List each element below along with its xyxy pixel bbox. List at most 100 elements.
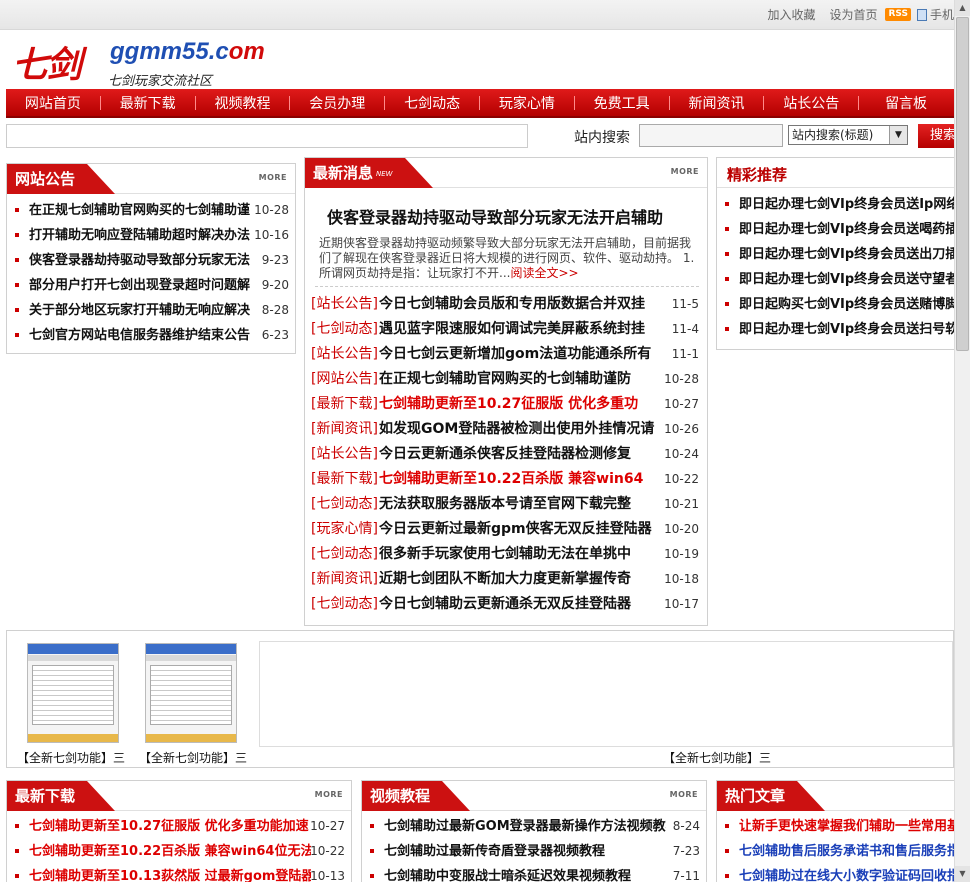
screenshot-thumbnail[interactable] [145,643,237,743]
news-title-link[interactable]: 如发现GOM登陆器被检测出使用外挂情况请 [379,417,659,442]
latest-news-more-link[interactable]: MORE [671,167,699,176]
video-item-title[interactable]: 七剑辅助过最新GOM登录器最新操作方法视频教程 [384,814,666,839]
video-item-title[interactable]: 七剑辅助中变服战士暗杀延迟效果视频教程 [384,864,666,882]
news-title-link[interactable]: 很多新手玩家使用七剑辅助无法在单挑中 [379,542,659,567]
news-item[interactable]: [七剑动态] 很多新手玩家使用七剑辅助无法在单挑中 10-19 [305,542,705,567]
announcement-item-title[interactable]: 打开辅助无响应登陆辅助超时解决办法 [29,223,255,248]
news-title-link[interactable]: 今日七剑云更新增加gom法道功能通杀所有 [379,342,659,367]
news-category-link[interactable]: [七剑动态] [311,492,378,517]
video-item[interactable]: 七剑辅助过最新传奇盾登录器视频教程 7-23 [362,839,706,864]
download-item[interactable]: 七剑辅助更新至10.22百杀版 兼容win64位无法 10-22 [7,839,351,864]
news-category-link[interactable]: [七剑动态] [311,317,378,342]
download-item-title[interactable]: 七剑辅助更新至10.27征服版 优化多重功能加速 [29,814,311,839]
news-title-link[interactable]: 今日七剑辅助会员版和专用版数据合并双挂 [379,292,659,317]
announcement-item-title[interactable]: 部分用户打开七剑出现登录超时问题解 [29,273,255,298]
recommend-item-title[interactable]: 即日起办理七剑VIp终身会员送Ip网络 [739,192,966,217]
download-item[interactable]: 七剑辅助更新至10.13荻然版 过最新gom登陆器 10-13 [7,864,351,882]
news-category-link[interactable]: [玩家心情] [311,517,378,542]
news-category-link[interactable]: [网站公告] [311,367,378,392]
download-item-title[interactable]: 七剑辅助更新至10.13荻然版 过最新gom登陆器 [29,864,311,882]
nav-item[interactable]: 视频教程 [196,93,290,113]
video-item[interactable]: 七剑辅助中变服战士暗杀延迟效果视频教程 7-11 [362,864,706,882]
recommend-item[interactable]: 即日起办理七剑VIp终身会员送出刀插 [717,242,966,267]
news-category-link[interactable]: [七剑动态] [311,592,378,617]
nav-item[interactable]: 新闻资讯 [670,93,764,113]
nav-item[interactable]: 最新下载 [101,93,195,113]
news-category-link[interactable]: [七剑动态] [311,542,378,567]
set-homepage-link[interactable]: 设为首页 [829,6,877,23]
news-item[interactable]: [站长公告] 今日七剑云更新增加gom法道功能通杀所有 11-1 [305,342,705,367]
recommend-item[interactable]: 即日起办理七剑VIp终身会员送喝药插 [717,217,966,242]
mobile-link[interactable]: 手机 [930,6,954,23]
announcement-item-title[interactable]: 七剑官方网站电信服务器维护结束公告 [29,323,255,348]
news-item[interactable]: [玩家心情] 今日云更新过最新gpm侠客无双反挂登陆器 10-20 [305,517,705,542]
thumbnail-caption[interactable]: 【全新七剑功能】三 [17,749,125,766]
news-item[interactable]: [站长公告] 今日七剑辅助会员版和专用版数据合并双挂 11-5 [305,292,705,317]
thumbnail-caption[interactable]: 【全新七剑功能】三 [663,749,771,766]
hot-article-item-title[interactable]: 让新手更快速掌握我们辅助一些常用基 [739,814,966,839]
recommend-item[interactable]: 即日起办理七剑VIp终身会员送Ip网络 [717,192,966,217]
news-title-link[interactable]: 今日云更新过最新gpm侠客无双反挂登陆器 [379,517,659,542]
video-item-title[interactable]: 七剑辅助过最新传奇盾登录器视频教程 [384,839,666,864]
site-logo[interactable]: 七剑 ggmm55.com 七剑玩家交流社区 [12,36,265,89]
hot-article-item-title[interactable]: 七剑辅助过在线大小数字验证码回收指 [739,864,966,882]
announcement-item[interactable]: 侠客登录器劫持驱动导致部分玩家无法 9-23 [7,248,295,273]
announcement-item-title[interactable]: 关于部分地区玩家打开辅助无响应解决 [29,298,255,323]
rss-icon[interactable]: RSS [885,8,911,21]
news-item[interactable]: [最新下载] 七剑辅助更新至10.22百杀版 兼容win64 10-22 [305,467,705,492]
search-scope-select[interactable]: 站内搜索(标题) ▼ [788,125,908,145]
news-title-link[interactable]: 遇见蓝字限速服如何调试完美屏蔽系统封挂 [379,317,659,342]
recommend-item[interactable]: 即日起办理七剑VIp终身会员送扫号软 [717,317,966,342]
recommend-item-title[interactable]: 即日起办理七剑VIp终身会员送喝药插 [739,217,966,242]
news-title-link[interactable]: 无法获取服务器版本号请至官网下载完整 [379,492,659,517]
scrollbar-thumb[interactable] [956,17,969,351]
announcement-item[interactable]: 七剑官方网站电信服务器维护结束公告 6-23 [7,323,295,348]
news-item[interactable]: [新闻资讯] 近期七剑团队不断加大力度更新掌握传奇 10-18 [305,567,705,592]
feature-headline[interactable]: 侠客登录器劫持驱动导致部分玩家无法开启辅助 [327,204,663,228]
news-item[interactable]: [七剑动态] 遇见蓝字限速服如何调试完美屏蔽系统封挂 11-4 [305,317,705,342]
hot-article-item[interactable]: 七剑辅助过在线大小数字验证码回收指 [717,864,966,882]
hot-article-item-title[interactable]: 七剑辅助售后服务承诺书和售后服务指 [739,839,966,864]
recommend-item-title[interactable]: 即日起购买七剑VIp终身会员送赌博脚 [739,292,966,317]
news-category-link[interactable]: [新闻资讯] [311,417,378,442]
nav-item[interactable]: 留言板 [859,93,953,113]
nav-item[interactable]: 免费工具 [575,93,669,113]
news-category-link[interactable]: [最新下载] [311,392,378,417]
news-title-link[interactable]: 七剑辅助更新至10.27征服版 优化多重功 [379,392,659,417]
scroll-up-icon[interactable]: ▲ [955,0,970,16]
news-title-link[interactable]: 在正规七剑辅助官网购买的七剑辅助谨防 [379,367,659,392]
news-item[interactable]: [最新下载] 七剑辅助更新至10.27征服版 优化多重功 10-27 [305,392,705,417]
nav-item[interactable]: 会员办理 [290,93,384,113]
nav-item[interactable]: 七剑动态 [385,93,479,113]
recommend-item[interactable]: 即日起购买七剑VIp终身会员送赌博脚 [717,292,966,317]
recommend-item-title[interactable]: 即日起办理七剑VIp终身会员送扫号软 [739,317,966,342]
news-item[interactable]: [网站公告] 在正规七剑辅助官网购买的七剑辅助谨防 10-28 [305,367,705,392]
read-more-link[interactable]: 阅读全文>> [510,266,578,280]
screenshot-thumbnail[interactable] [27,643,119,743]
add-bookmark-link[interactable]: 加入收藏 [767,6,815,23]
recommend-item-title[interactable]: 即日起办理七剑VIp终身会员送出刀插 [739,242,966,267]
thumbnail-caption[interactable]: 【全新七剑功能】三 [139,749,247,766]
hot-article-item[interactable]: 七剑辅助售后服务承诺书和售后服务指 [717,839,966,864]
news-category-link[interactable]: [新闻资讯] [311,567,378,592]
announcement-item-title[interactable]: 在正规七剑辅助官网购买的七剑辅助谨 [29,198,255,223]
announcement-item[interactable]: 在正规七剑辅助官网购买的七剑辅助谨 10-28 [7,198,295,223]
nav-item[interactable]: 站长公告 [764,93,858,113]
news-title-link[interactable]: 今日七剑辅助云更新通杀无双反挂登陆器 [379,592,659,617]
hot-article-item[interactable]: 让新手更快速掌握我们辅助一些常用基 [717,814,966,839]
nav-item[interactable]: 网站首页 [6,93,100,113]
news-item[interactable]: [站长公告] 今日云更新通杀侠客反挂登陆器检测修复 10-24 [305,442,705,467]
news-item[interactable]: [七剑动态] 今日七剑辅助云更新通杀无双反挂登陆器 10-17 [305,592,705,617]
announcement-item-title[interactable]: 侠客登录器劫持驱动导致部分玩家无法 [29,248,255,273]
download-item-title[interactable]: 七剑辅助更新至10.22百杀版 兼容win64位无法 [29,839,311,864]
scroll-down-icon[interactable]: ▼ [955,866,970,882]
news-category-link[interactable]: [站长公告] [311,442,378,467]
download-item[interactable]: 七剑辅助更新至10.27征服版 优化多重功能加速 10-27 [7,814,351,839]
news-title-link[interactable]: 近期七剑团队不断加大力度更新掌握传奇 [379,567,659,592]
downloads-more-link[interactable]: MORE [315,790,343,799]
recommend-item-title[interactable]: 即日起办理七剑VIp终身会员送守望者 [739,267,966,292]
news-title-link[interactable]: 今日云更新通杀侠客反挂登陆器检测修复 [379,442,659,467]
news-item[interactable]: [新闻资讯] 如发现GOM登陆器被检测出使用外挂情况请 10-26 [305,417,705,442]
nav-item[interactable]: 玩家心情 [480,93,574,113]
video-item[interactable]: 七剑辅助过最新GOM登录器最新操作方法视频教程 8-24 [362,814,706,839]
